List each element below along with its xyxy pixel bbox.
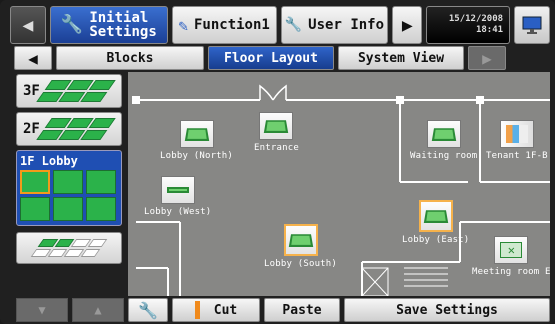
ac-unit-icon (426, 120, 461, 148)
wrench-icon: 🔧 (60, 14, 84, 35)
block-cell[interactable] (20, 197, 50, 221)
time-text: 18:41 (475, 25, 504, 35)
floor-3f-button[interactable]: 3F (16, 74, 122, 108)
save-settings-button[interactable]: Save Settings (344, 298, 550, 322)
initial-settings-button[interactable]: 🔧 Initial Settings (49, 6, 168, 44)
tab-next-button[interactable]: ▶ (468, 46, 506, 70)
floor-1f-label: 1F Lobby (20, 154, 78, 168)
block-cell[interactable] (53, 197, 83, 221)
floor-list: 3F 2F 1F Lobby (16, 74, 124, 296)
unit-label: Lobby (North) (160, 151, 234, 161)
unit-label: Waiting room (410, 151, 478, 161)
floor-empty-button[interactable] (16, 232, 122, 264)
ac-unit-icon (283, 224, 318, 256)
unit-label: Tenant 1F-B (486, 151, 548, 161)
tab-row: ◀ Blocks Floor Layout System View ▶ (14, 46, 547, 70)
unit-tenant-1fb[interactable]: Tenant 1F-B (486, 120, 548, 161)
cut-indicator (194, 301, 200, 319)
initial-settings-label: Initial Settings (89, 10, 157, 40)
monitor-icon (522, 16, 542, 34)
floor-plan[interactable]: Lobby (North) Entrance Waiting room Tena… (128, 72, 550, 296)
ac-unit-icon (160, 176, 195, 204)
unit-lobby-south[interactable]: Lobby (South) (264, 224, 337, 269)
cut-button[interactable]: Cut (172, 298, 260, 322)
tab-floor-layout[interactable]: Floor Layout (208, 46, 334, 70)
floor-2f-thumbnail (36, 118, 116, 140)
scroll-up-button[interactable]: ▲ (72, 298, 124, 322)
scroll-down-button[interactable]: ▼ (16, 298, 68, 322)
tab-system-view[interactable]: System View (338, 46, 464, 70)
block-cell[interactable] (86, 170, 116, 194)
fan-unit-icon: ✕ (494, 236, 529, 264)
unit-label: Meeting room E (472, 267, 550, 277)
unit-waiting-room[interactable]: Waiting room (410, 120, 477, 161)
wrench-icon: 🔧 (284, 17, 303, 33)
floor-empty-thumbnail (30, 239, 108, 257)
user-info-label: User Info (308, 17, 385, 33)
date-text: 15/12/2008 (448, 14, 504, 24)
floor-3f-label: 3F (23, 83, 40, 99)
floor-1f-grid (20, 170, 118, 221)
nav-back-button[interactable]: ◀ (10, 6, 46, 44)
unit-entrance[interactable]: Entrance (254, 112, 299, 153)
function1-label: Function1 (193, 17, 270, 33)
unit-label: Lobby (East) (402, 235, 470, 245)
floor-1f-lobby-button[interactable]: 1F Lobby (16, 150, 122, 226)
tab-blocks[interactable]: Blocks (56, 46, 204, 70)
unit-lobby-north[interactable]: Lobby (North) (160, 120, 233, 161)
tab-prev-button[interactable]: ◀ (14, 46, 52, 70)
unit-lobby-west[interactable]: Lobby (West) (144, 176, 211, 217)
top-toolbar: ◀ 🔧 Initial Settings ✎ Function1 🔧 User … (10, 6, 550, 44)
wrench-icon: 🔧 (138, 300, 158, 320)
ac-unit-icon (179, 120, 214, 148)
ac-unit-icon (259, 112, 294, 140)
floor-2f-label: 2F (23, 121, 40, 137)
unit-lobby-east[interactable]: Lobby (East) (402, 200, 469, 245)
floor-2f-button[interactable]: 2F (16, 112, 122, 146)
user-info-button[interactable]: 🔧 User Info (280, 6, 389, 44)
nav-forward-button[interactable]: ▶ (392, 6, 423, 44)
ac-unit-icon (499, 120, 534, 148)
block-cell[interactable] (53, 170, 83, 194)
unit-label: Lobby (West) (144, 207, 212, 217)
unit-label: Lobby (South) (264, 259, 338, 269)
clock-display: 15/12/2008 18:41 (426, 6, 511, 44)
tools-button[interactable]: 🔧 (128, 298, 168, 322)
paste-button[interactable]: Paste (264, 298, 340, 322)
floor-scroll: ▼ ▲ (16, 298, 124, 322)
monitor-button[interactable] (514, 6, 550, 44)
cut-label: Cut (213, 302, 238, 318)
unit-meeting-room-e[interactable]: ✕ Meeting room E (472, 236, 550, 277)
unit-label: Entrance (254, 143, 299, 153)
bottom-toolbar: 🔧 Cut Paste Save Settings (128, 298, 550, 322)
block-cell[interactable] (86, 197, 116, 221)
floor-3f-thumbnail (36, 80, 116, 102)
edit-icon: ✎ (178, 15, 188, 35)
function1-button[interactable]: ✎ Function1 (171, 6, 277, 44)
ac-unit-icon (418, 200, 453, 232)
block-cell[interactable] (20, 170, 50, 194)
